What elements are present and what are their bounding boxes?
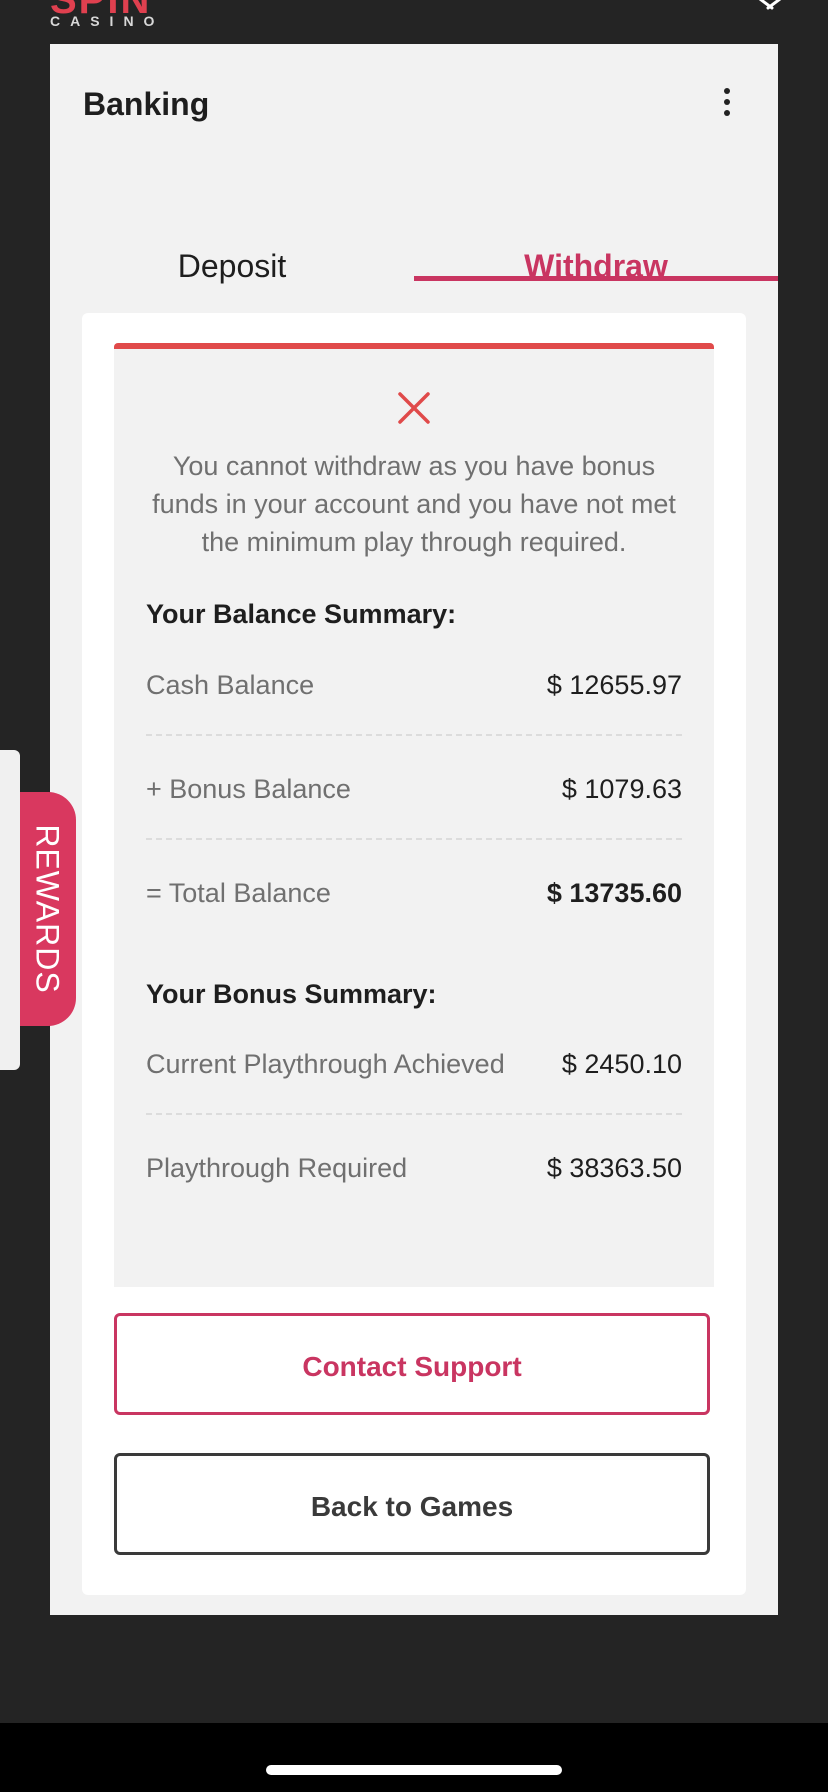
withdraw-card: You cannot withdraw as you have bonus fu… xyxy=(82,313,746,1595)
total-balance-value: $ 13735.60 xyxy=(546,878,682,908)
playthrough-achieved-label: Current Playthrough Achieved xyxy=(146,1049,505,1079)
error-message: You cannot withdraw as you have bonus fu… xyxy=(152,451,676,557)
page-title: Banking xyxy=(83,86,210,122)
tab-deposit[interactable]: Deposit xyxy=(50,204,414,324)
total-balance-row: = Total Balance $ 13735.60 xyxy=(146,878,682,918)
bonus-summary-title: Your Bonus Summary: xyxy=(146,979,437,1009)
playthrough-achieved-row: Current Playthrough Achieved $ 2450.10 xyxy=(146,1049,682,1089)
withdraw-error-notice: You cannot withdraw as you have bonus fu… xyxy=(114,343,714,1287)
banking-panel: Banking Deposit Withdraw You cannot with… xyxy=(50,44,778,1615)
home-indicator[interactable] xyxy=(266,1765,562,1775)
rewards-drawer-edge xyxy=(0,750,20,1070)
playthrough-achieved-value: $ 2450.10 xyxy=(561,1049,682,1079)
tab-withdraw[interactable]: Withdraw xyxy=(414,204,778,324)
cash-balance-label: Cash Balance xyxy=(146,670,315,700)
divider xyxy=(146,838,682,840)
casino-logo: SPIN CASINO xyxy=(50,0,166,34)
balance-summary-title: Your Balance Summary: xyxy=(146,599,457,629)
rewards-label: REWARDS xyxy=(29,824,66,994)
bonus-balance-label: + Bonus Balance xyxy=(146,774,351,804)
divider xyxy=(146,734,682,736)
bottom-bar xyxy=(0,1723,828,1792)
playthrough-required-row: Playthrough Required $ 38363.50 xyxy=(146,1153,682,1193)
total-balance-label: = Total Balance xyxy=(146,878,331,908)
tab-deposit-label: Deposit xyxy=(177,248,287,284)
logo-subtitle: CASINO xyxy=(50,13,165,29)
bonus-balance-value: $ 1079.63 xyxy=(561,774,682,804)
contact-support-button[interactable]: Contact Support xyxy=(114,1313,710,1415)
cash-balance-row: Cash Balance $ 12655.97 xyxy=(146,670,682,710)
playthrough-required-value: $ 38363.50 xyxy=(546,1153,682,1183)
close-icon[interactable] xyxy=(752,0,788,12)
divider xyxy=(146,1113,682,1115)
kebab-menu-icon[interactable] xyxy=(717,88,737,124)
rewards-tab[interactable]: REWARDS xyxy=(20,792,76,1026)
cash-balance-value: $ 12655.97 xyxy=(546,670,682,700)
error-x-icon xyxy=(398,392,430,424)
active-tab-indicator xyxy=(414,276,778,281)
playthrough-required-label: Playthrough Required xyxy=(146,1153,408,1183)
bonus-balance-row: + Bonus Balance $ 1079.63 xyxy=(146,774,682,814)
back-to-games-button[interactable]: Back to Games xyxy=(114,1453,710,1555)
